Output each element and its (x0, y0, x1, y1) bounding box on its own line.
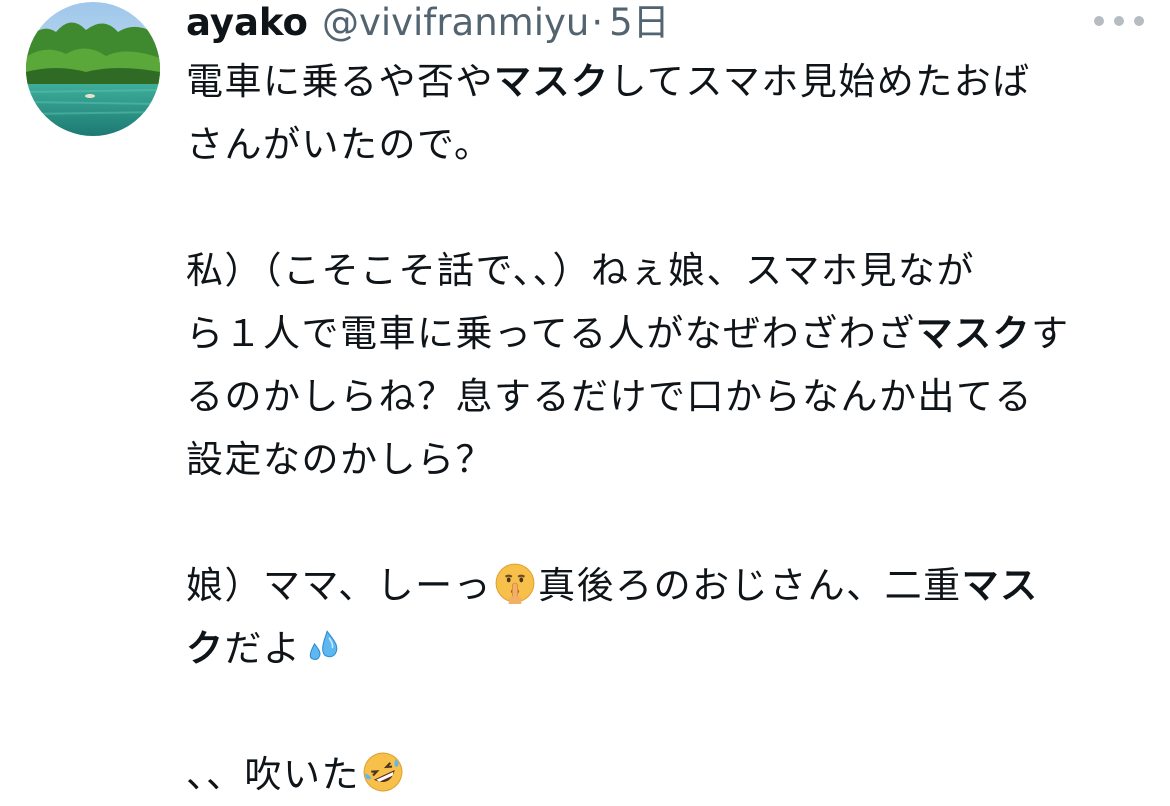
more-dot (1134, 16, 1144, 26)
text-run: 真後ろのおじさん、二重 (538, 564, 962, 607)
text-run: 設定なのかしら？ (186, 438, 494, 481)
text-run: だよ (224, 627, 302, 670)
text-run: さんがいたので。 (186, 123, 493, 166)
bold-text-run: マスク (494, 60, 610, 103)
more-dot (1114, 16, 1124, 26)
display-name[interactable]: ayako (186, 0, 308, 48)
more-options-icon[interactable] (1094, 8, 1144, 34)
tweet-header: ayako @vivifranmiyu · 5日 (186, 0, 670, 48)
avatar[interactable] (26, 2, 160, 136)
bold-text-run: ク (186, 627, 225, 670)
tweet-line: ら１人で電車に乗ってる人がなぜわざわざマスクす (186, 302, 1136, 365)
tweet-line: 設定なのかしら？ (186, 428, 1136, 491)
tweet-line: 私）（こそこそ話で、、）ねぇ娘、スマホ見なが (186, 239, 1136, 302)
lake-forest-avatar-icon (26, 2, 160, 136)
user-handle[interactable]: @vivifranmiyu (322, 0, 589, 48)
shushing-face-icon (494, 562, 536, 604)
text-run: す (1031, 312, 1070, 355)
text-run: るのかしらね？息するだけで口からなんか出てる (186, 375, 1033, 418)
text-run: 娘）ママ、しーっ (186, 564, 493, 607)
tweet-line: さんがいたので。 (186, 113, 1136, 176)
text-run: 電車に乗るや否や (186, 60, 494, 103)
tweet-line: 電車に乗るや否やマスクしてスマホ見始めたおば (186, 50, 1136, 113)
bold-text-run: マス (961, 564, 1039, 607)
text-run: ら１人で電車に乗ってる人がなぜわざわざ (186, 312, 916, 355)
separator-dot: · (591, 1, 604, 44)
tweet-line: 、、吹いた (186, 743, 1136, 806)
text-run: 私）（こそこそ話で、、）ねぇ娘、スマホ見なが (186, 249, 975, 292)
tweet-line: クだよ (186, 617, 1136, 680)
rofl-face-icon (362, 751, 404, 793)
bold-text-run: マスク (915, 312, 1032, 355)
text-run: してスマホ見始めたおば (609, 60, 1031, 103)
timestamp[interactable]: 5日 (609, 0, 670, 48)
tweet-line: 娘）ママ、しーっ 真後ろのおじさん、二重マス (186, 554, 1136, 617)
tweet-text: 電車に乗るや否やマスクしてスマホ見始めたおば さんがいたので。 私）（こそこそ話… (186, 50, 1136, 806)
sweat-droplets-icon (304, 625, 346, 667)
text-run: 、、吹いた (186, 753, 360, 796)
tweet-line: るのかしらね？息するだけで口からなんか出てる (186, 365, 1136, 428)
more-dot (1094, 16, 1104, 26)
